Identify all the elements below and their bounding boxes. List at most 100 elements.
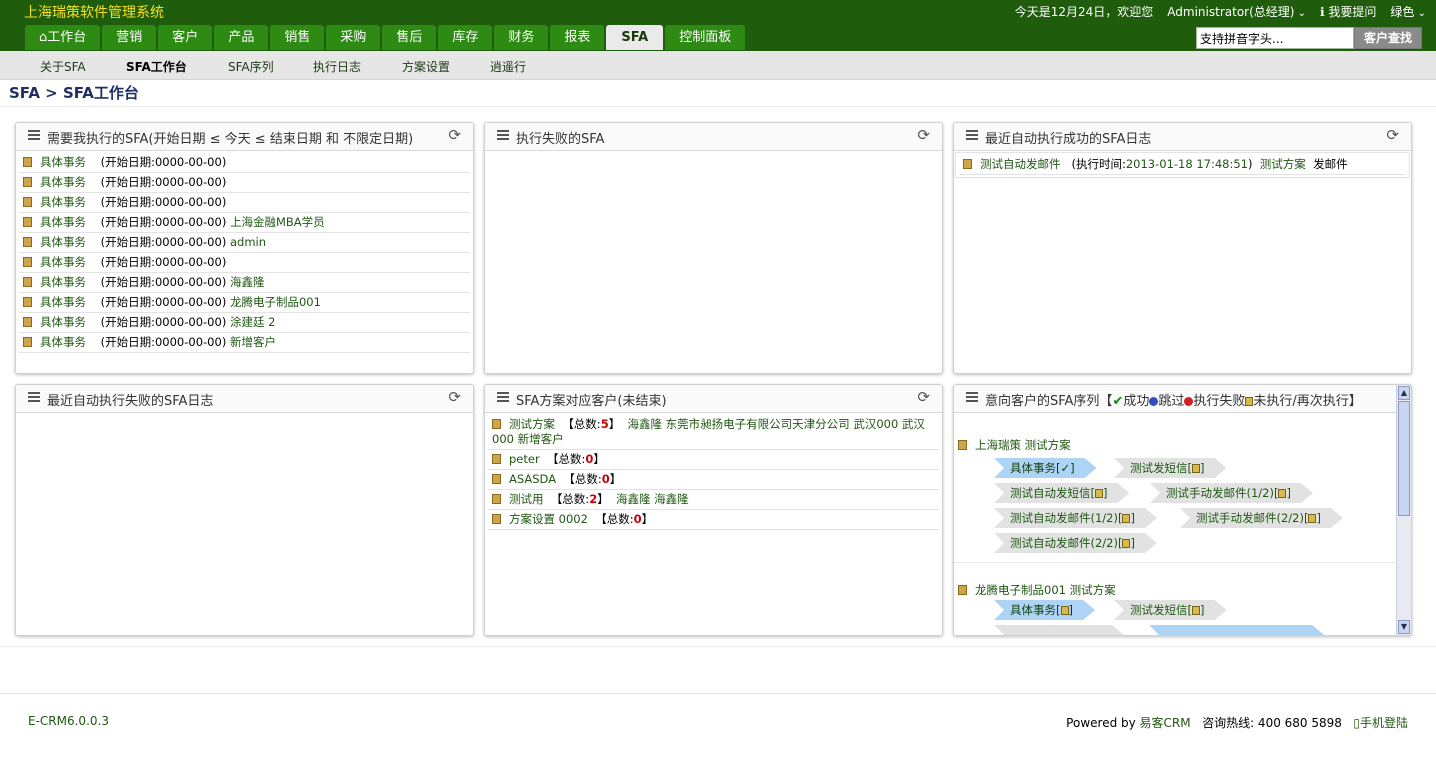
- task-customer[interactable]: 海鑫隆: [230, 275, 265, 289]
- log-name[interactable]: 测试自动发邮件: [980, 157, 1061, 171]
- sequence-step[interactable]: 具体事务[✓]: [994, 458, 1097, 478]
- scroll-down-icon[interactable]: ▼: [1398, 620, 1410, 634]
- sequence-step[interactable]: 测试手动发邮件(2/2)[]: [1180, 508, 1343, 528]
- tab-finance[interactable]: 财务: [494, 25, 549, 50]
- plan-customers[interactable]: 海鑫隆 东莞市昶扬电子有限公司天津分公司 武汉000 武汉000 新增客户: [492, 417, 925, 446]
- task-customer[interactable]: admin: [230, 235, 266, 249]
- hotline: 咨询热线: 400 680 5898: [1202, 716, 1342, 730]
- refresh-icon[interactable]: ⟳: [448, 388, 461, 406]
- tab-after-sales[interactable]: 售后: [382, 25, 437, 50]
- document-icon: [23, 297, 32, 307]
- menu-icon[interactable]: [966, 130, 978, 140]
- pending-icon: [1095, 489, 1103, 498]
- sequence-title[interactable]: 上海瑞策 测试方案: [975, 438, 1071, 452]
- scroll-thumb[interactable]: [1398, 401, 1410, 516]
- panel-title: 需要我执行的SFA(开始日期 ≤ 今天 ≤ 结束日期 和 不限定日期): [47, 132, 414, 147]
- sequence-step[interactable]: 测试自动发短信[]: [994, 483, 1130, 503]
- tab-control-panel[interactable]: 控制面板: [665, 25, 746, 50]
- panel-title: 最近自动执行失败的SFA日志: [47, 394, 214, 409]
- menu-icon[interactable]: [28, 392, 40, 402]
- log-time: 2013-01-18 17:48:51: [1125, 157, 1248, 171]
- tab-marketing[interactable]: 营销: [102, 25, 157, 50]
- help-link[interactable]: ℹ 我要提问: [1320, 3, 1376, 20]
- scroll-up-icon[interactable]: ▲: [1398, 386, 1410, 400]
- panel-header: 需要我执行的SFA(开始日期 ≤ 今天 ≤ 结束日期 和 不限定日期) ⟳: [16, 123, 473, 151]
- task-name[interactable]: 具体事务: [40, 255, 86, 269]
- task-name[interactable]: 具体事务: [40, 335, 86, 349]
- task-customer[interactable]: 龙腾电子制品001: [230, 295, 321, 309]
- subnav-mobile[interactable]: 逍遥行: [490, 58, 526, 75]
- document-icon: [963, 159, 972, 169]
- task-name[interactable]: 具体事务: [40, 195, 86, 209]
- mobile-login-link[interactable]: ▯手机登陆: [1353, 716, 1408, 730]
- task-customer[interactable]: 新增客户: [230, 335, 276, 349]
- refresh-icon[interactable]: ⟳: [917, 126, 930, 144]
- subnav-about[interactable]: 关于SFA: [40, 58, 86, 75]
- subnav-workbench[interactable]: SFA工作台: [126, 58, 187, 75]
- task-name[interactable]: 具体事务: [40, 295, 86, 309]
- user-menu[interactable]: Administrator(总经理): [1167, 3, 1306, 20]
- menu-icon[interactable]: [28, 130, 40, 140]
- task-name[interactable]: 具体事务: [40, 155, 86, 169]
- sequence-step[interactable]: 测试自动发邮件(1/2)[]: [994, 508, 1157, 528]
- step-close: ]: [1200, 461, 1205, 475]
- task-name[interactable]: 具体事务: [40, 315, 86, 329]
- tab-inventory[interactable]: 库存: [438, 25, 493, 50]
- panel-my-sfa: 需要我执行的SFA(开始日期 ≤ 今天 ≤ 结束日期 和 不限定日期) ⟳ 具体…: [15, 122, 474, 374]
- task-date: (开始日期:0000-00-00): [100, 155, 227, 169]
- theme-menu[interactable]: 绿色: [1390, 3, 1426, 20]
- plan-row: peter 【总数:0】: [488, 450, 939, 470]
- task-customer[interactable]: 上海金融MBA学员: [230, 215, 325, 229]
- sequence-step[interactable]: 测试手动发邮件(1/2)[]: [1150, 483, 1313, 503]
- tab-purchase[interactable]: 采购: [326, 25, 381, 50]
- refresh-icon[interactable]: ⟳: [448, 126, 461, 144]
- task-name[interactable]: 具体事务: [40, 215, 86, 229]
- plan-row: 测试方案 【总数:5】 海鑫隆 东莞市昶扬电子有限公司天津分公司 武汉000 武…: [488, 415, 939, 450]
- sequence-step[interactable]: 具体事务[]: [994, 600, 1095, 620]
- plan-name[interactable]: 测试方案: [509, 417, 555, 431]
- menu-icon[interactable]: [966, 392, 978, 402]
- refresh-icon[interactable]: ⟳: [917, 388, 930, 406]
- menu-icon[interactable]: [497, 392, 509, 402]
- task-name[interactable]: 具体事务: [40, 175, 86, 189]
- task-date: (开始日期:0000-00-00): [100, 255, 227, 269]
- menu-icon[interactable]: [497, 130, 509, 140]
- tab-sfa[interactable]: SFA: [606, 25, 664, 50]
- subnav-sequence[interactable]: SFA序列: [228, 58, 274, 75]
- tab-workbench[interactable]: ⌂工作台: [25, 25, 101, 50]
- sequence-step[interactable]: [994, 625, 1124, 636]
- log-plan[interactable]: 测试方案: [1260, 157, 1306, 171]
- sequence-step[interactable]: 测试发短信[]: [1114, 458, 1227, 478]
- plan-name[interactable]: peter: [509, 452, 540, 466]
- task-name[interactable]: 具体事务: [40, 275, 86, 289]
- refresh-icon[interactable]: ⟳: [1386, 126, 1399, 144]
- task-row: 具体事务 (开始日期:0000-00-00) 涂建廷 2: [19, 313, 470, 333]
- tab-reports[interactable]: 报表: [550, 25, 605, 50]
- step-close: ]: [1130, 536, 1135, 550]
- plan-customers[interactable]: 海鑫隆 海鑫隆: [616, 492, 689, 506]
- tab-customer[interactable]: 客户: [158, 25, 213, 50]
- subnav-plan-settings[interactable]: 方案设置: [402, 58, 450, 75]
- plan-name[interactable]: 测试用: [509, 492, 544, 506]
- search-input[interactable]: [1196, 27, 1354, 49]
- tab-product[interactable]: 产品: [214, 25, 269, 50]
- sequence-step[interactable]: [1149, 625, 1324, 636]
- subnav-log[interactable]: 执行日志: [313, 58, 361, 75]
- scrollbar[interactable]: ▲ ▼: [1396, 385, 1411, 635]
- mobile-label: 手机登陆: [1359, 716, 1408, 730]
- tab-sales[interactable]: 销售: [270, 25, 325, 50]
- task-date: (开始日期:0000-00-00): [100, 235, 227, 249]
- sequence-step[interactable]: 测试自动发邮件(2/2)[]: [994, 533, 1157, 553]
- task-date: (开始日期:0000-00-00): [100, 175, 227, 189]
- task-customer[interactable]: 涂建廷 2: [230, 315, 275, 329]
- brand-link[interactable]: 易客CRM: [1140, 716, 1191, 730]
- pending-icon: [1061, 606, 1069, 615]
- task-name[interactable]: 具体事务: [40, 235, 86, 249]
- sequence-title[interactable]: 龙腾电子制品001 测试方案: [975, 583, 1116, 597]
- document-icon: [23, 197, 32, 207]
- plan-name[interactable]: 方案设置 0002: [509, 512, 588, 526]
- plan-name[interactable]: ASASDA: [509, 472, 556, 486]
- sequence-step[interactable]: 测试发短信[]: [1114, 600, 1227, 620]
- plan-count-open: 【总数:: [547, 452, 586, 466]
- search-button[interactable]: 客户查找: [1354, 27, 1422, 49]
